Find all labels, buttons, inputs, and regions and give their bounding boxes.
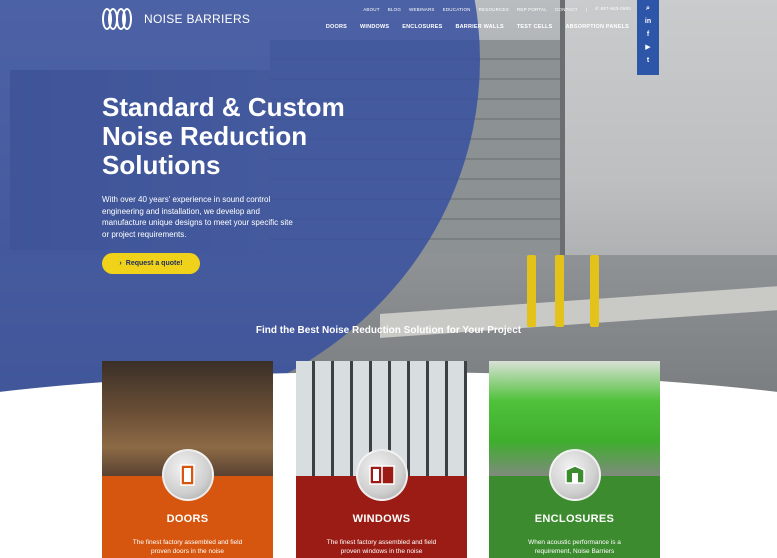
logo-text: NOISE BARRIERS <box>144 12 251 26</box>
section-heading: Find the Best Noise Reduction Solution f… <box>255 325 522 336</box>
hero-subtitle: With over 40 years' experience in sound … <box>102 195 293 239</box>
util-separator: | <box>585 6 588 12</box>
card-title: ENCLOSURES <box>534 513 615 525</box>
nav-enclosures[interactable]: ENCLOSURES <box>402 24 442 30</box>
card-description: The finest factory assembled and field p… <box>132 539 243 555</box>
product-card-windows[interactable]: WINDOWS The finest factory assembled and… <box>296 361 467 558</box>
util-link-education[interactable]: EDUCATION <box>443 7 471 12</box>
nav-absorption-panels[interactable]: ABSORPTION PANELS <box>566 24 630 30</box>
request-quote-label: Request a quote! <box>125 260 183 267</box>
youtube-icon[interactable]: ▶ <box>644 44 652 52</box>
card-description: When acoustic performance is a requireme… <box>528 539 621 555</box>
social-sidebar: ⌕ in f ▶ t <box>637 0 659 75</box>
hero-title: Standard & Custom Noise Reduction Soluti… <box>102 92 345 180</box>
window-icon <box>356 449 408 501</box>
nav-test-cells[interactable]: TEST CELLS <box>517 24 553 30</box>
util-link-blog[interactable]: BLOG <box>388 7 401 12</box>
phone-link[interactable]: ✆ 847-843-0500 <box>595 6 631 12</box>
product-card-enclosures[interactable]: ENCLOSURES When acoustic performance is … <box>489 361 660 558</box>
card-title: WINDOWS <box>352 513 411 525</box>
util-link-webinars[interactable]: WEBINARS <box>409 7 435 12</box>
nav-windows[interactable]: WINDOWS <box>360 24 389 30</box>
bollard-image <box>527 255 536 327</box>
main-nav: DOORS WINDOWS ENCLOSURES BARRIER WALLS T… <box>326 24 629 30</box>
utility-nav: ABOUT BLOG WEBINARS EDUCATION RESOURCES … <box>363 6 631 12</box>
facebook-icon[interactable]: f <box>644 31 652 39</box>
util-link-rep-portal[interactable]: REP PORTAL <box>517 7 547 12</box>
bollard-image <box>555 255 564 327</box>
nav-barrier-walls[interactable]: BARRIER WALLS <box>455 24 503 30</box>
product-card-doors[interactable]: DOORS The finest factory assembled and f… <box>102 361 273 558</box>
util-link-contact[interactable]: CONTACT <box>555 7 578 12</box>
nav-doors[interactable]: DOORS <box>326 24 347 30</box>
linkedin-icon[interactable]: in <box>644 18 652 26</box>
request-quote-button[interactable]: › Request a quote! <box>102 253 200 274</box>
card-description: The finest factory assembled and field p… <box>326 539 437 555</box>
card-title: DOORS <box>166 513 209 525</box>
chevron-right-icon: › <box>119 260 122 267</box>
enclosure-icon <box>549 449 601 501</box>
bollard-image <box>590 255 599 327</box>
site-logo[interactable]: NOISE BARRIERS <box>102 8 250 30</box>
util-link-resources[interactable]: RESOURCES <box>479 7 509 12</box>
sound-waves-logo-icon <box>102 8 138 30</box>
twitter-icon[interactable]: t <box>644 57 652 65</box>
door-icon <box>162 449 214 501</box>
search-icon[interactable]: ⌕ <box>644 5 652 13</box>
util-link-about[interactable]: ABOUT <box>363 7 380 12</box>
